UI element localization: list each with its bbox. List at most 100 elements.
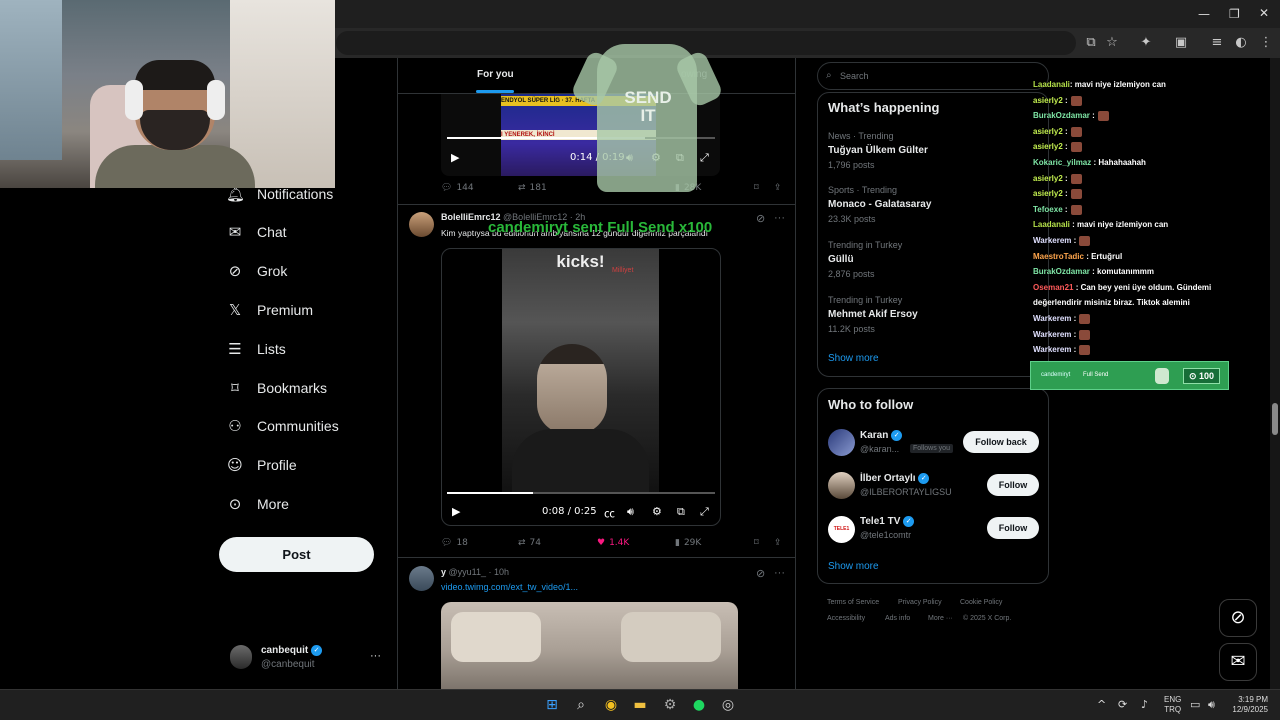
trend-item[interactable]: Trending in Turkey Güllü 2,876 posts <box>828 240 902 279</box>
account-menu-dots[interactable]: ··· <box>370 650 381 662</box>
avatar[interactable] <box>828 472 855 499</box>
grok-icon[interactable]: ⊘ <box>756 567 765 580</box>
reply-action[interactable]: 💬︎ 18 <box>441 538 468 548</box>
reading-list-icon[interactable]: ≡ <box>1208 34 1226 52</box>
clock[interactable]: 3:19 PM 12/9/2025 <box>1228 695 1268 715</box>
grok-icon[interactable]: ⊘ <box>756 212 765 225</box>
emote-icon <box>1070 173 1082 184</box>
footer-privacy[interactable]: Privacy Policy <box>898 599 942 606</box>
sidepanel-icon[interactable]: ▣ <box>1172 34 1190 52</box>
app-icon[interactable]: ◎ <box>718 695 738 715</box>
avatar[interactable]: TELE1 <box>828 516 855 543</box>
repost-action[interactable]: ⇄ 181 <box>518 183 547 193</box>
play-icon[interactable]: ▶ <box>451 151 459 164</box>
volume-icon[interactable]: 🔊︎ <box>627 505 634 519</box>
settings-icon[interactable]: ⚙ <box>652 505 662 518</box>
chat-message: asierly2 : <box>1033 189 1082 200</box>
follow-name-row[interactable]: Tele1 TV ✓ <box>860 516 915 527</box>
footer-accessibility[interactable]: Accessibility <box>827 615 865 622</box>
file-explorer-icon[interactable]: ▬ <box>630 695 650 715</box>
nav-lists[interactable]: ☰ Lists <box>226 336 286 362</box>
show-more-link[interactable]: Show more <box>828 353 879 364</box>
star-icon[interactable]: ☆ <box>1103 34 1121 52</box>
profile-name-row[interactable]: canbequit ✓ <box>261 645 323 656</box>
avatar[interactable] <box>409 566 434 591</box>
chat-text: : mavi niye izlemiyon can <box>1069 220 1169 230</box>
nav-profile[interactable]: ☺ Profile <box>226 452 297 478</box>
progress-track[interactable] <box>447 492 715 494</box>
extensions-icon[interactable]: ✦ <box>1137 34 1155 52</box>
tweet3-media[interactable] <box>441 602 738 689</box>
scrollbar-thumb[interactable] <box>1272 403 1278 435</box>
avatar[interactable] <box>828 429 855 456</box>
play-icon[interactable]: ▶ <box>452 505 460 518</box>
chevron-up-icon[interactable]: ^ <box>1097 698 1106 711</box>
views-action[interactable]: ▮ 29K <box>675 538 701 548</box>
trend-item[interactable]: News · Trending Tuğyan Ülkem Gülter 1,79… <box>828 131 928 170</box>
like-action[interactable]: ♥ 1.4K <box>597 538 629 548</box>
author-handle[interactable]: @yyu11_ · 10h <box>449 567 510 577</box>
follow-name-row[interactable]: Karan ✓ <box>860 430 903 441</box>
menu-dots-icon[interactable]: ⋮ <box>1257 34 1275 52</box>
more-dots-icon[interactable]: ··· <box>774 212 785 224</box>
search-input[interactable]: ⌕ Search <box>817 62 1049 90</box>
avatar[interactable] <box>230 645 252 669</box>
nav-more[interactable]: ⊙ More <box>226 491 289 517</box>
footer-more[interactable]: More ··· <box>928 615 953 622</box>
tweet2-video[interactable]: kicks! Milliyet ▶ 0:08 / 0:25 ㏄ 🔊︎ ⚙ ⧉ ⤢ <box>441 248 721 526</box>
share-icon[interactable]: ⇪ <box>774 538 782 548</box>
footer-ads-info[interactable]: Ads info <box>885 615 910 622</box>
pip-icon[interactable]: ⧉ <box>677 505 685 519</box>
minimize-icon[interactable]: — <box>1198 7 1210 21</box>
bookmark-icon[interactable]: ⌑ <box>754 538 759 548</box>
bookmark-icon[interactable]: ⌑ <box>754 183 759 193</box>
reply-action[interactable]: 💬︎ 144 <box>441 183 474 193</box>
footer-terms[interactable]: Terms of Service <box>827 599 879 606</box>
nav-premium[interactable]: 𝕏 Premium <box>226 297 313 323</box>
footer-cookie[interactable]: Cookie Policy <box>960 599 1002 606</box>
fullscreen-icon[interactable]: ⤢ <box>700 505 709 519</box>
grok-icon[interactable]: ⊘ <box>1219 599 1257 637</box>
follow-button[interactable]: Follow <box>987 474 1039 496</box>
post-button[interactable]: Post <box>219 537 374 572</box>
messages-icon[interactable]: ✉ <box>1219 643 1257 681</box>
windows-start-icon[interactable]: ⊞ <box>542 695 562 715</box>
volume-icon[interactable]: 🔊︎ <box>1208 698 1215 712</box>
mic-icon[interactable]: ♪ <box>1141 698 1148 711</box>
language-indicator[interactable]: ENG TRQ <box>1164 695 1181 715</box>
chat-username: Warkerem <box>1033 345 1072 355</box>
follow-name-row[interactable]: İlber Ortaylı ✓ <box>860 473 930 484</box>
repost-action[interactable]: ⇄ 74 <box>518 538 541 548</box>
nav-communities[interactable]: ⚇ Communities <box>226 413 338 439</box>
share-icon[interactable]: ⇪ <box>774 183 782 193</box>
scrollbar[interactable] <box>1270 58 1280 689</box>
more-dots-icon[interactable]: ··· <box>774 567 785 579</box>
nav-chat[interactable]: ✉ Chat <box>226 219 287 245</box>
sync-icon[interactable]: ⟳ <box>1118 698 1127 711</box>
nav-grok[interactable]: ⊘ Grok <box>226 258 288 284</box>
profile-icon[interactable]: ◐ <box>1232 34 1250 52</box>
captions-icon[interactable]: ㏄ <box>604 505 615 521</box>
trend-title: Tuğyan Ülkem Gülter <box>828 145 928 156</box>
follow-button[interactable]: Follow <box>987 517 1039 539</box>
network-icon[interactable]: ▭ <box>1190 698 1200 711</box>
close-icon[interactable]: ✕ <box>1259 6 1269 20</box>
shirt <box>95 145 255 188</box>
search-icon[interactable]: ⌕ <box>571 695 591 715</box>
install-app-icon[interactable]: ⧉ <box>1082 34 1100 52</box>
spotify-icon[interactable]: ● <box>689 695 709 715</box>
restore-icon[interactable]: ❐ <box>1229 7 1240 21</box>
chat-text: : mavi niye izlemiyon can <box>1069 80 1166 89</box>
tab-for-you[interactable]: For you <box>477 69 514 80</box>
nav-bookmarks[interactable]: ⌑ Bookmarks <box>226 375 327 401</box>
show-more-link[interactable]: Show more <box>828 561 879 572</box>
tweet-link[interactable]: video.twimg.com/ext_tw_video/1... <box>441 582 578 592</box>
avatar[interactable] <box>409 212 434 237</box>
chrome-icon[interactable]: ◉ <box>601 695 621 715</box>
author-name[interactable]: y <box>441 567 446 577</box>
emote-icon <box>1070 142 1082 153</box>
trend-item[interactable]: Trending in Turkey Mehmet Akif Ersoy 11.… <box>828 295 918 334</box>
settings-icon[interactable]: ⚙ <box>660 695 680 715</box>
follow-back-button[interactable]: Follow back <box>963 431 1039 453</box>
trend-item[interactable]: Sports · Trending Monaco - Galatasaray 2… <box>828 185 931 224</box>
